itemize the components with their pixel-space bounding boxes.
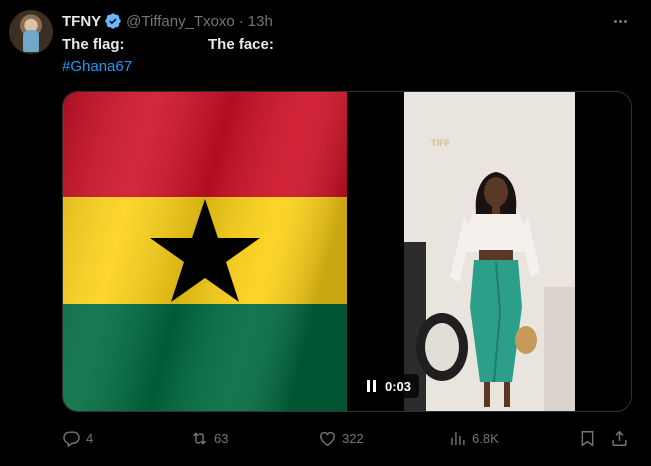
tweet-time[interactable]: 13h	[248, 13, 273, 30]
share-button[interactable]	[610, 426, 629, 450]
avatar[interactable]	[9, 10, 53, 54]
video-controls[interactable]: 0:03	[359, 374, 420, 398]
views-icon	[451, 431, 465, 445]
hashtag-link[interactable]: #Ghana67	[62, 58, 132, 75]
repost-button[interactable]: 63	[190, 426, 228, 450]
pause-icon[interactable]	[367, 380, 377, 392]
separator-dot: ·	[238, 12, 244, 30]
verified-badge-icon[interactable]	[104, 12, 122, 30]
like-button[interactable]: 322	[318, 426, 364, 450]
author-name[interactable]: TFNY	[62, 13, 101, 30]
reply-button[interactable]: 4	[62, 426, 93, 450]
author-handle[interactable]: @Tiffany_Txoxo	[126, 13, 235, 30]
views-count: 6.8K	[472, 430, 499, 446]
bookmark-button[interactable]	[578, 426, 597, 450]
action-bar: 4 63 322 6.8K	[62, 426, 632, 450]
video-frame: TIFF	[404, 92, 575, 411]
media-grid: TIFF 0:03	[62, 91, 632, 412]
bookmark-icon	[581, 430, 594, 447]
repost-icon	[193, 431, 206, 445]
video-duration: 0:03	[385, 378, 412, 394]
tweet-header: TFNY @Tiffany_Txoxo · 13h	[62, 11, 273, 31]
like-count: 322	[342, 430, 364, 446]
tweet: TFNY @Tiffany_Txoxo · 13h The flag: The …	[0, 0, 651, 466]
video-watermark: TIFF	[431, 138, 450, 148]
share-icon	[612, 430, 627, 446]
video-player[interactable]: TIFF 0:03	[347, 92, 631, 411]
more-icon[interactable]	[609, 11, 631, 31]
repost-count: 63	[214, 430, 229, 446]
face-label: The face:	[208, 36, 274, 53]
flag-label: The flag:	[62, 36, 125, 53]
heart-icon	[320, 431, 335, 446]
views-button[interactable]: 6.8K	[448, 426, 499, 450]
reply-count: 4	[86, 430, 94, 446]
ghana-flag-image[interactable]	[63, 92, 347, 411]
reply-icon	[63, 430, 80, 447]
